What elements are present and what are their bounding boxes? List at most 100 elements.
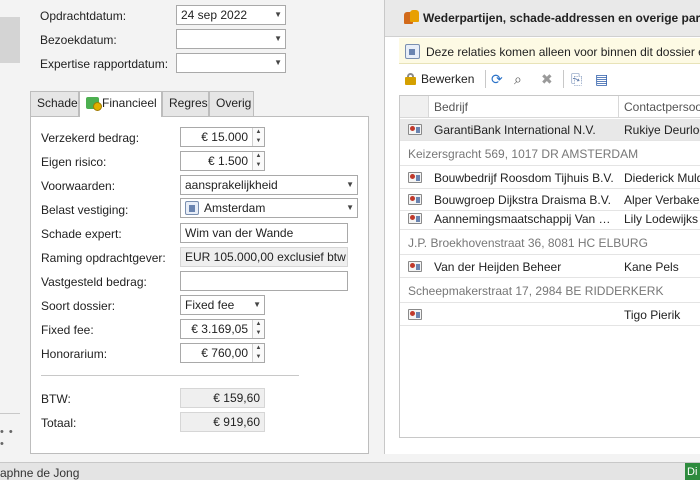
chevron-down-icon[interactable]: ▼ <box>274 6 282 24</box>
tab-financieel[interactable]: Financieel <box>79 91 162 117</box>
eigen-risico-label: Eigen risico: <box>41 155 107 169</box>
honorarium-value: € 760,00 <box>201 346 248 360</box>
vastgesteld-label: Vastgesteld bedrag: <box>41 275 147 289</box>
row-contact: Lily Lodewijks <box>624 212 699 226</box>
money-icon <box>86 97 102 111</box>
raming-value: EUR 105.000,00 exclusief btw <box>185 250 346 264</box>
tab-label: Overig <box>216 96 252 110</box>
address-row[interactable]: Keizersgracht 569, 1017 DR AMSTERDAM <box>400 142 700 166</box>
left-edge-strip: • • • <box>0 0 20 462</box>
relations-panel-title: Wederpartijen, schade-addressen en overi… <box>423 11 700 25</box>
export-icon[interactable]: ⎘ <box>571 71 582 87</box>
totaal-label: Totaal: <box>41 416 77 430</box>
verzekerd-value: € 15.000 <box>201 130 248 144</box>
row-company: Aannemingsmaatschappij Van Gelder <box>434 212 618 226</box>
opdrachtdatum-date-field[interactable]: 24 sep 2022 ▼ <box>176 5 286 25</box>
lock-icon <box>405 73 416 85</box>
chevron-down-icon[interactable]: ▼ <box>346 176 354 194</box>
honorarium-stepper[interactable]: € 760,00 ▲ ▼ <box>180 343 265 363</box>
column-header-bedrijf[interactable]: Bedrijf <box>429 96 619 118</box>
fixed-fee-label: Fixed fee: <box>41 323 94 337</box>
info-banner-text: Deze relaties komen alleen voor binnen d… <box>426 45 700 59</box>
tab-label: Financieel <box>102 96 157 110</box>
row-contact: Rukiye Deurloo <box>624 123 700 137</box>
relation-card-icon <box>408 261 422 272</box>
row-company: Van der Heijden Beheer <box>434 260 562 274</box>
belast-vestiging-select[interactable]: Amsterdam ▼ <box>180 198 358 218</box>
building-icon <box>185 201 199 215</box>
table-row[interactable]: Bouwbedrijf Roosdom Tijhuis B.V. Diederi… <box>400 167 700 189</box>
soort-dossier-label: Soort dossier: <box>41 299 116 313</box>
address-row[interactable]: Scheepmakerstraat 17, 2984 BE RIDDERKERK <box>400 279 700 303</box>
verzekerd-bedrag-stepper[interactable]: € 15.000 ▲ ▼ <box>180 127 265 147</box>
more-dots-icon[interactable]: • • • <box>0 426 20 450</box>
voorwaarden-select[interactable]: aansprakelijkheid ▼ <box>180 175 358 195</box>
tab-overig[interactable]: Overig <box>209 91 254 116</box>
vastgesteld-bedrag-field[interactable] <box>180 271 348 291</box>
info-banner: Deze relaties komen alleen voor binnen d… <box>399 38 700 64</box>
column-header-contactpersoon[interactable]: Contactpersoon <box>619 96 700 118</box>
row-contact: Kane Pels <box>624 260 679 274</box>
table-row[interactable]: Tigo Pierik <box>400 304 700 326</box>
expertise-label: Expertise rapportdatum: <box>40 57 169 71</box>
relations-grid: Bedrijf Contactpersoon GarantiBank Inter… <box>399 95 700 438</box>
row-company: GarantiBank International N.V. <box>434 123 596 137</box>
totaal-field: € 919,60 <box>180 412 265 432</box>
tab-label: Schade <box>37 96 78 110</box>
relation-card-icon <box>408 172 422 183</box>
spin-arrows-icon[interactable]: ▲ ▼ <box>252 128 264 146</box>
voorwaarden-value: aansprakelijkheid <box>185 178 278 192</box>
spin-arrows-icon[interactable]: ▲ ▼ <box>252 152 264 170</box>
btw-label: BTW: <box>41 392 71 406</box>
left-edge-block <box>0 17 20 63</box>
refresh-icon[interactable]: ⟳ <box>491 71 503 87</box>
fixed-fee-value: € 3.169,05 <box>191 322 248 336</box>
expertise-date-field[interactable]: ▼ <box>176 53 286 73</box>
relations-panel: Wederpartijen, schade-addressen en overi… <box>384 0 700 454</box>
row-contact: Tigo Pierik <box>624 308 681 322</box>
table-row[interactable]: Aannemingsmaatschappij Van Gelder Lily L… <box>400 208 700 230</box>
bezoekdatum-label: Bezoekdatum: <box>40 33 117 47</box>
eigen-risico-stepper[interactable]: € 1.500 ▲ ▼ <box>180 151 265 171</box>
spin-arrows-icon[interactable]: ▲ ▼ <box>252 320 264 338</box>
word-icon[interactable]: ▤ <box>595 71 608 87</box>
relation-card-icon <box>408 124 422 135</box>
voorwaarden-label: Voorwaarden: <box>41 179 116 193</box>
edit-button-label: Bewerken <box>421 72 475 86</box>
left-edge-divider <box>0 413 20 414</box>
spin-arrows-icon[interactable]: ▲ ▼ <box>252 344 264 362</box>
soort-dossier-select[interactable]: Fixed fee ▼ <box>180 295 265 315</box>
relation-card-icon <box>408 194 422 205</box>
tab-schade[interactable]: Schade <box>30 91 79 116</box>
row-contact: Diederick Mulder <box>624 171 700 185</box>
financieel-tab-content: Verzekerd bedrag: € 15.000 ▲ ▼ Eigen risi… <box>30 116 369 454</box>
raming-field: EUR 105.000,00 exclusief btw <box>180 247 348 267</box>
chevron-down-icon[interactable]: ▼ <box>346 199 354 217</box>
totals-divider <box>41 375 299 376</box>
table-row[interactable]: GarantiBank International N.V. Rukiye De… <box>400 119 700 141</box>
tab-regres[interactable]: Regres <box>162 91 209 116</box>
grid-header-indicator <box>400 96 429 118</box>
relation-card-icon <box>408 213 422 224</box>
edit-button[interactable]: Bewerken <box>405 68 474 90</box>
totaal-value: € 919,60 <box>213 415 260 429</box>
bezoekdatum-date-field[interactable]: ▼ <box>176 29 286 49</box>
schade-expert-field[interactable]: Wim van der Wande <box>180 223 348 243</box>
status-bar: aphne de Jong Di <box>0 462 700 480</box>
btw-value: € 159,60 <box>213 391 260 405</box>
address-row[interactable]: J.P. Broekhovenstraat 36, 8081 HC ELBURG <box>400 231 700 255</box>
relations-toolbar: Bewerken ⟳ ⌕ ✖ ⎘ ▤ <box>399 66 700 92</box>
toolbar-divider <box>563 70 564 88</box>
belast-value: Amsterdam <box>204 201 266 215</box>
chevron-down-icon[interactable]: ▼ <box>274 54 282 72</box>
table-row[interactable]: Van der Heijden Beheer Kane Pels <box>400 256 700 278</box>
toolbar-divider <box>485 70 486 88</box>
fixed-fee-stepper[interactable]: € 3.169,05 ▲ ▼ <box>180 319 265 339</box>
people-icon <box>404 10 419 25</box>
soort-value: Fixed fee <box>185 298 235 312</box>
binoculars-icon[interactable]: ⌕ <box>514 71 522 87</box>
status-right-button[interactable]: Di <box>685 463 700 480</box>
chevron-down-icon[interactable]: ▼ <box>253 296 261 314</box>
delete-icon[interactable]: ✖ <box>541 71 553 87</box>
chevron-down-icon[interactable]: ▼ <box>274 30 282 48</box>
